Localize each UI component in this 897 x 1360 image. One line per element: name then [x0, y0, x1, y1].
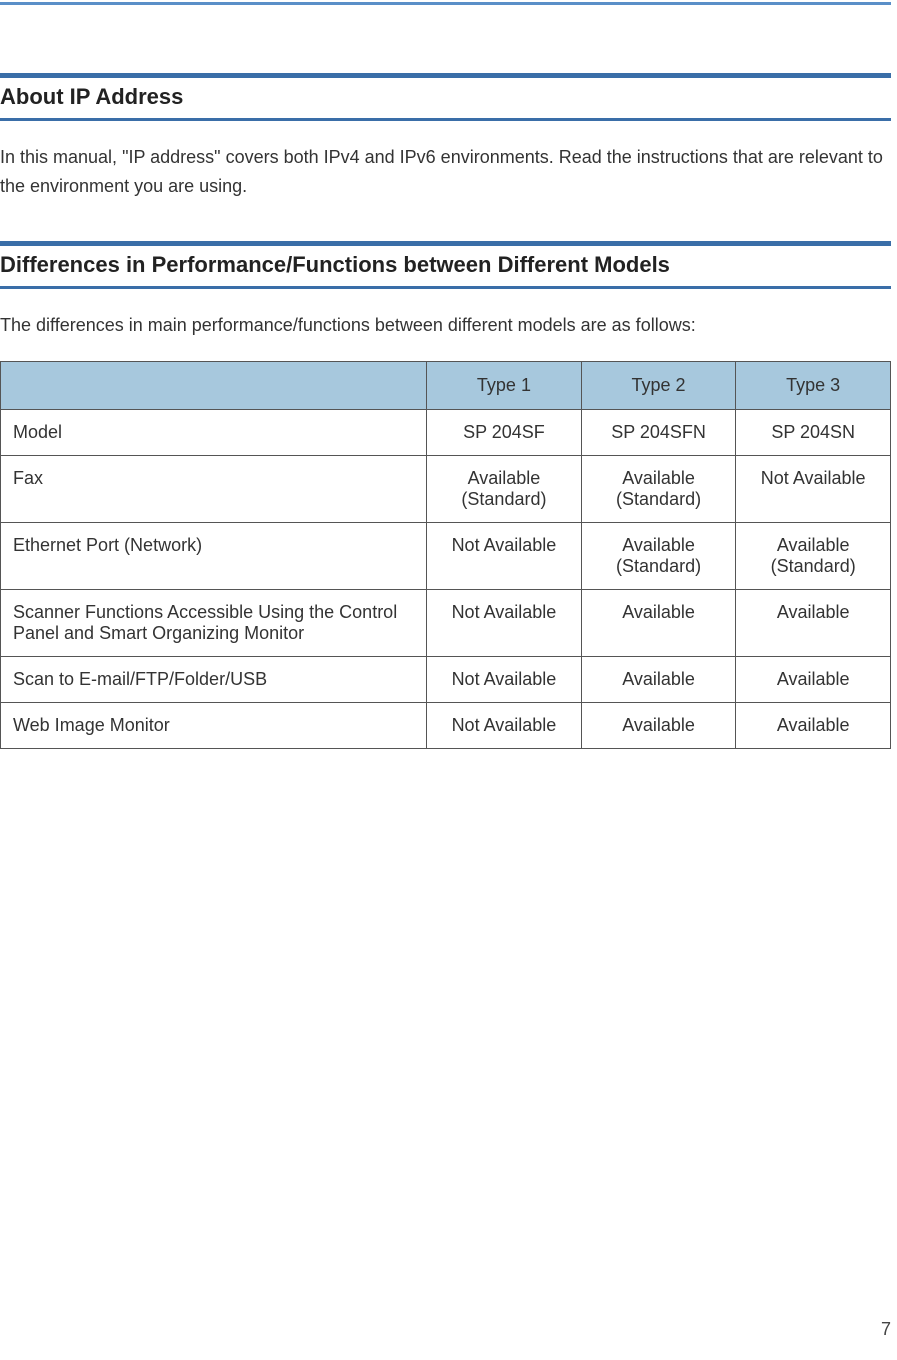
- value-cell: SP 204SF: [427, 410, 582, 456]
- table-row: Ethernet Port (Network) Not Available Av…: [1, 523, 891, 590]
- value-cell: SP 204SFN: [581, 410, 736, 456]
- top-rule: [0, 2, 891, 5]
- value-cell: Not Available: [427, 703, 582, 749]
- feature-cell: Ethernet Port (Network): [1, 523, 427, 590]
- table-row: Web Image Monitor Not Available Availabl…: [1, 703, 891, 749]
- table-header-col3: Type 3: [736, 362, 891, 410]
- page-number: 7: [881, 1319, 891, 1340]
- value-cell: Available: [736, 590, 891, 657]
- table-header-row: Type 1 Type 2 Type 3: [1, 362, 891, 410]
- table-header-blank: [1, 362, 427, 410]
- value-cell: Available: [736, 703, 891, 749]
- feature-cell: Scanner Functions Accessible Using the C…: [1, 590, 427, 657]
- section-text-ip: In this manual, "IP address" covers both…: [0, 143, 891, 201]
- table-row: Fax Available (Standard) Available (Stan…: [1, 456, 891, 523]
- value-cell: Available (Standard): [427, 456, 582, 523]
- value-cell: Available (Standard): [581, 456, 736, 523]
- table-row: Scanner Functions Accessible Using the C…: [1, 590, 891, 657]
- value-cell: SP 204SN: [736, 410, 891, 456]
- table-header-col2: Type 2: [581, 362, 736, 410]
- feature-cell: Scan to E-mail/FTP/Folder/USB: [1, 657, 427, 703]
- value-cell: Not Available: [427, 590, 582, 657]
- value-cell: Not Available: [427, 523, 582, 590]
- model-comparison-table: Type 1 Type 2 Type 3 Model SP 204SF SP 2…: [0, 361, 891, 749]
- table-row: Scan to E-mail/FTP/Folder/USB Not Availa…: [1, 657, 891, 703]
- feature-cell: Web Image Monitor: [1, 703, 427, 749]
- value-cell: Available: [736, 657, 891, 703]
- value-cell: Available: [581, 657, 736, 703]
- table-row: Model SP 204SF SP 204SFN SP 204SN: [1, 410, 891, 456]
- feature-cell: Fax: [1, 456, 427, 523]
- value-cell: Not Available: [736, 456, 891, 523]
- value-cell: Available: [581, 703, 736, 749]
- value-cell: Available: [581, 590, 736, 657]
- table-intro: The differences in main performance/func…: [0, 311, 891, 340]
- value-cell: Available (Standard): [736, 523, 891, 590]
- table-header-col1: Type 1: [427, 362, 582, 410]
- section-heading-ip: About IP Address: [0, 73, 891, 121]
- section-heading-diff: Differences in Performance/Functions bet…: [0, 241, 891, 289]
- value-cell: Available (Standard): [581, 523, 736, 590]
- feature-cell: Model: [1, 410, 427, 456]
- value-cell: Not Available: [427, 657, 582, 703]
